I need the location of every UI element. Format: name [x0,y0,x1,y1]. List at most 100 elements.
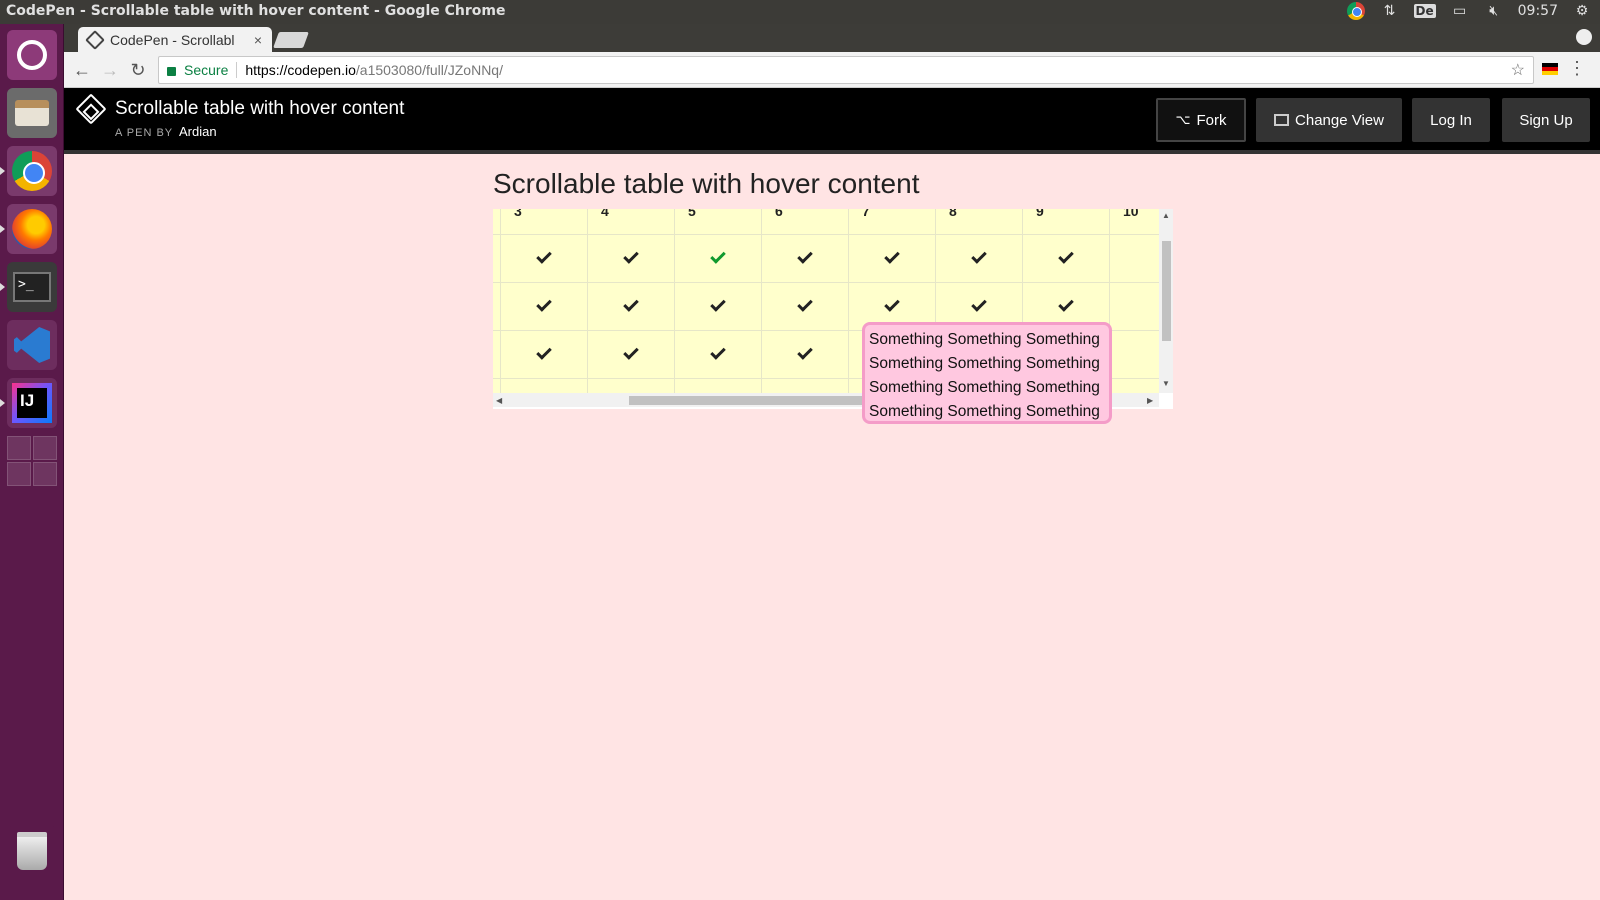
signup-button[interactable]: Sign Up [1502,98,1590,142]
checkmark-icon[interactable] [622,344,639,360]
change-view-label: Change View [1295,111,1384,129]
checkmark-icon[interactable] [1057,248,1074,264]
window-title: CodePen - Scrollable table with hover co… [6,3,506,19]
pen-title: Scrollable table with hover content [115,98,405,119]
secure-label: Secure [184,62,229,78]
table-column-divider [500,209,501,393]
clock[interactable]: 09:57 [1518,3,1558,19]
codepen-logo-icon[interactable] [75,93,107,125]
bookmark-star-icon[interactable]: ☆ [1511,60,1525,80]
vscode-launcher[interactable] [7,320,57,370]
checkmark-icon[interactable] [796,248,813,264]
keyboard-layout-indicator[interactable]: De [1413,4,1436,18]
checkmark-icon[interactable] [1057,296,1074,312]
checkmark-icon[interactable] [796,296,813,312]
codepen-header: Scrollable table with hover content A PE… [64,88,1600,154]
running-indicator [0,225,5,233]
table-column-divider [587,209,588,393]
volume-muted-icon[interactable]: 🔇︎ [1484,2,1504,20]
checkmark-icon[interactable] [709,344,726,360]
url-host: https://codepen.io [245,62,356,78]
running-indicator [0,167,5,175]
horizontal-scroll-thumb[interactable] [629,396,869,405]
system-tray: ⇅ De ▭ 🔇︎ 09:57 ⚙ [1346,2,1592,20]
browser-tab-active[interactable]: CodePen - Scrollabl × [78,27,272,52]
reload-icon[interactable]: ↻ [126,58,150,82]
checkmark-icon[interactable] [970,296,987,312]
vertical-scrollbar[interactable]: ▲ ▼ [1159,209,1173,393]
new-tab-button[interactable] [273,32,309,48]
scroll-right-arrow-icon[interactable]: ▶ [1147,396,1153,405]
chrome-icon [12,151,52,191]
fork-button[interactable]: ⌥ Fork [1156,98,1246,142]
scroll-down-arrow-icon[interactable]: ▼ [1162,379,1170,388]
checkmark-icon[interactable] [535,296,552,312]
workspace-switcher[interactable] [7,436,57,486]
ubuntu-logo-icon [17,40,47,70]
checkmark-icon[interactable] [970,248,987,264]
back-arrow-icon[interactable]: ← [70,58,94,82]
checkmark-icon[interactable] [622,248,639,264]
column-header: 10 [1123,209,1139,219]
battery-icon[interactable]: ▭ [1450,2,1470,20]
browser-tab-strip: CodePen - Scrollabl × [64,24,1600,52]
scroll-left-arrow-icon[interactable]: ◀ [496,396,502,405]
table-row-divider [493,234,1163,235]
running-indicator [0,399,5,407]
lock-icon [167,67,176,76]
login-button[interactable]: Log In [1412,98,1490,142]
chrome-menu-icon[interactable]: ⋮ [1568,58,1586,79]
vscode-icon [14,327,50,363]
author-link[interactable]: Ardian [179,124,217,139]
scroll-up-arrow-icon[interactable]: ▲ [1162,211,1170,220]
intellij-launcher[interactable]: IJ [7,378,57,428]
page-heading: Scrollable table with hover content [493,168,920,199]
pen-byline: A PEN BY Ardian [115,124,217,139]
tooltip-line: Something Something Something [869,379,1100,396]
checkmark-icon[interactable] [535,344,552,360]
chrome-launcher[interactable] [7,146,57,196]
file-cabinet-icon [15,100,49,126]
url-path: /a1503080/full/JZoNNq/ [355,62,503,78]
codepen-favicon-icon [85,29,105,50]
running-indicator [0,283,5,291]
hover-tooltip: Something Something Something Something S… [862,322,1112,424]
german-flag-extension-icon[interactable] [1542,63,1558,75]
settings-gear-icon[interactable]: ⚙ [1572,2,1592,20]
trash-icon [17,832,47,870]
change-view-button[interactable]: Change View [1256,98,1402,142]
fork-icon: ⌥ [1175,112,1191,127]
table-column-divider [848,209,849,393]
profile-icon[interactable] [1576,29,1592,45]
checkmark-icon[interactable] [796,344,813,360]
workspace-grid-icon [7,436,57,486]
ubuntu-dash-button[interactable] [7,30,57,80]
column-header: 7 [862,209,870,219]
table-column-divider [674,209,675,393]
chrome-tray-icon[interactable] [1346,2,1366,20]
column-header: 9 [1036,209,1044,219]
table-column-divider [761,209,762,393]
trash-launcher[interactable] [7,826,57,876]
checkmark-icon[interactable] [883,248,900,264]
tab-title: CodePen - Scrollabl [110,31,235,48]
checkmark-icon[interactable] [883,296,900,312]
tooltip-line: Something Something Something [869,403,1100,420]
checkmark-icon[interactable] [709,296,726,312]
files-launcher[interactable] [7,88,57,138]
vertical-scroll-thumb[interactable] [1162,241,1171,341]
checkmark-icon[interactable] [535,248,552,264]
forward-arrow-icon[interactable]: → [98,58,122,82]
terminal-launcher[interactable]: >_ [7,262,57,312]
firefox-launcher[interactable] [7,204,57,254]
tooltip-line: Something Something Something [869,355,1100,372]
column-header: 5 [688,209,696,219]
fork-label: Fork [1196,111,1227,129]
network-icon[interactable]: ⇅ [1380,2,1400,20]
column-header: 4 [601,209,609,219]
change-view-icon [1274,114,1290,126]
address-bar[interactable]: Secure https://codepen.io/a1503080/full/… [158,56,1534,84]
checkmark-icon[interactable] [709,248,726,264]
tab-close-icon[interactable]: × [254,32,262,48]
checkmark-icon[interactable] [622,296,639,312]
